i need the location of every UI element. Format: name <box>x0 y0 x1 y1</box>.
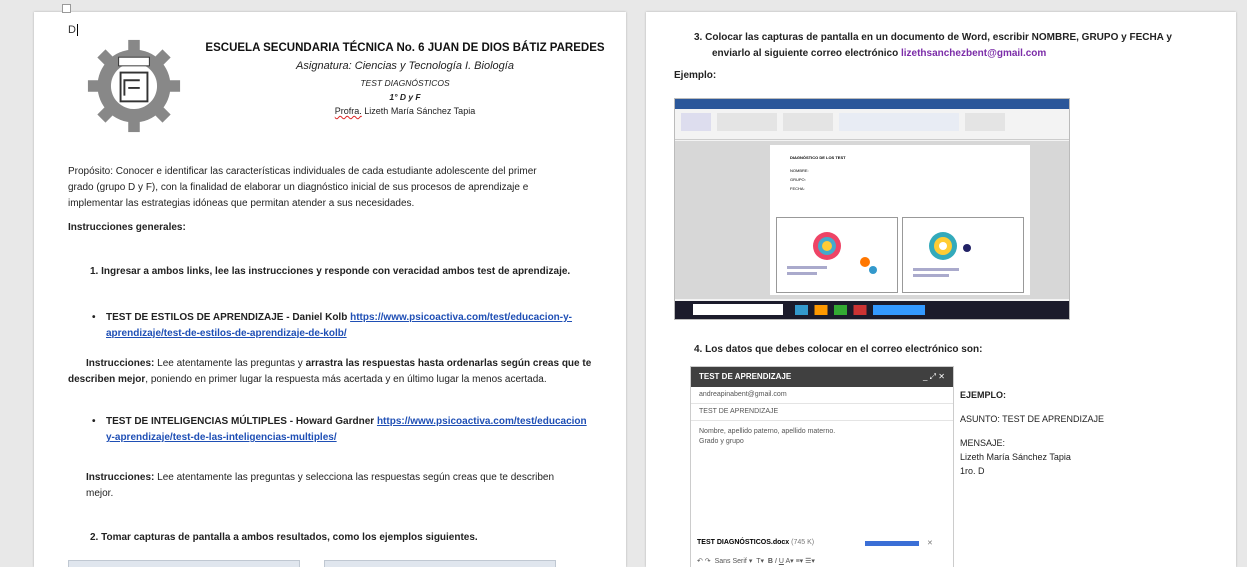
page-corner-marker <box>62 4 71 13</box>
word-screenshot: DIAGNÓSTICO DE LOS TEST NOMBRE: GRUPO: F… <box>674 98 1070 320</box>
groups-line: 1° D y F <box>389 92 421 102</box>
teacher-line: Profra. Lizeth María Sánchez Tapia <box>334 106 476 116</box>
kolb-link[interactable]: https://www.psicoactiva.com/test/educaci… <box>350 312 572 323</box>
email-format-toolbar: ↶ ↷ Sans Serif ▾ T▾ B I U A▾ ≡▾ ☰▾ <box>697 558 815 565</box>
email-to-field: andreapinabent@gmail.com <box>691 387 953 404</box>
windows-taskbar <box>675 301 1069 319</box>
purpose-paragraph: Propósito: Conocer e identificar las car… <box>68 166 537 209</box>
document-page-1: D ESCUELA SECUNDARIA TÉCNICA No. 6 JUAN … <box>34 12 626 567</box>
test-title: TEST DIAGNÓSTICOS <box>360 78 450 88</box>
word-document-preview: DIAGNÓSTICO DE LOS TEST NOMBRE: GRUPO: F… <box>770 145 1030 295</box>
gardner-link-cont[interactable]: y-aprendizaje/test-de-las-inteligencias-… <box>106 432 337 443</box>
screenshot-preview-right <box>324 560 556 567</box>
step-3: 3. Colocar las capturas de pantalla en u… <box>694 32 1172 59</box>
email-subject-field: TEST DE APRENDIZAJE <box>691 404 953 421</box>
email-attachment: TEST DIAGNÓSTICOS.docx (745 K) ✕ <box>697 539 933 547</box>
kolb-link-cont[interactable]: aprendizaje/test-de-estilos-de-aprendiza… <box>106 328 347 339</box>
result-thumbnail-2 <box>902 217 1024 293</box>
text-cursor-line[interactable]: D <box>68 24 78 36</box>
document-page-2: 3. Colocar las capturas de pantalla en u… <box>646 12 1236 567</box>
word-titlebar <box>675 99 1069 109</box>
email-compose-screenshot: TEST DE APRENDIZAJE _ ⤢ ✕ andreapinabent@… <box>690 366 954 567</box>
general-instructions-heading: Instrucciones generales: <box>68 222 186 233</box>
email-compose-header: TEST DE APRENDIZAJE _ ⤢ ✕ <box>691 367 953 387</box>
step-2: 2. Tomar capturas de pantalla a ambos re… <box>90 532 478 543</box>
school-name: ESCUELA SECUNDARIA TÉCNICA No. 6 JUAN DE… <box>205 42 605 54</box>
step-1: 1. Ingresar a ambos links, lee las instr… <box>90 266 571 277</box>
email-body: Nombre, apellido paterno, apellido mater… <box>699 428 836 445</box>
subject-line: Asignatura: Ciencias y Tecnología I. Bio… <box>296 60 514 72</box>
email-example-text: EJEMPLO: ASUNTO: TEST DE APRENDIZAJE MEN… <box>960 390 1105 476</box>
step-4: 4. Los datos que debes colocar en el cor… <box>694 344 983 355</box>
instructions-kolb: Instrucciones: Lee atentamente las pregu… <box>68 358 592 385</box>
word-ribbon <box>675 109 1069 140</box>
word-canvas: DIAGNÓSTICO DE LOS TEST NOMBRE: GRUPO: F… <box>675 141 1069 299</box>
result-thumbnail-1 <box>776 217 898 293</box>
email-address-link[interactable]: lizethsanchezbent@gmail.com <box>901 48 1046 59</box>
screenshot-preview-left <box>68 560 300 567</box>
bullet-gardner: TEST DE INTELIGENCIAS MÚLTIPLES - Howard… <box>92 414 606 446</box>
bullet-kolb: TEST DE ESTILOS DE APRENDIZAJE - Daniel … <box>92 310 606 342</box>
gardner-link[interactable]: https://www.psicoactiva.com/test/educaci… <box>377 416 587 427</box>
school-logo-icon <box>87 39 181 133</box>
instructions-gardner: Instrucciones: Lee atentamente las pregu… <box>86 472 555 499</box>
example-label: Ejemplo: <box>674 70 717 81</box>
